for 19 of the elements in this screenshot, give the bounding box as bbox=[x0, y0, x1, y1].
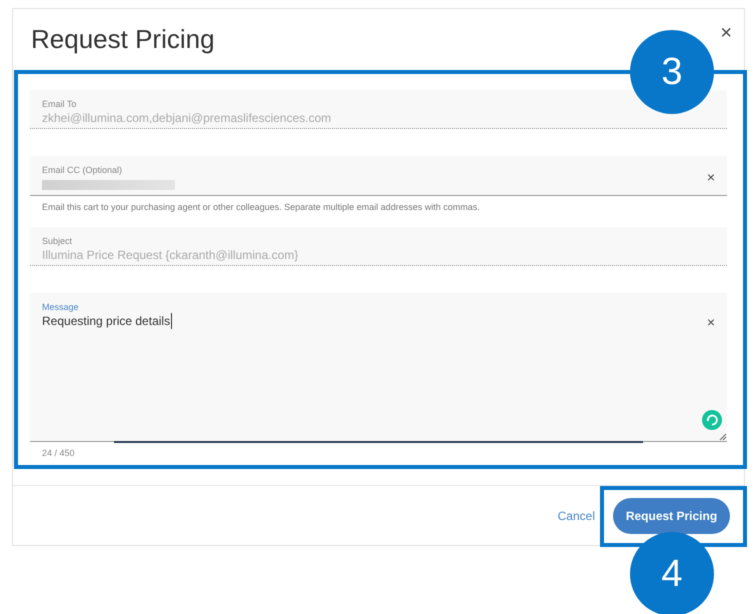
clear-button[interactable]: × bbox=[706, 315, 715, 329]
field-value: Illumina Price Request {ckaranth@illumina.com} bbox=[42, 247, 300, 263]
field-label: Message bbox=[42, 301, 80, 313]
request-pricing-button[interactable]: Request Pricing bbox=[613, 498, 730, 534]
character-counter: 24 / 450 bbox=[41, 447, 76, 459]
field-label: Email To bbox=[42, 98, 78, 110]
resize-handle-icon[interactable] bbox=[719, 433, 727, 441]
field-value: zkhei@illumina.com,debjani@premaslifesciences.com bbox=[42, 110, 332, 126]
cancel-link[interactable]: Cancel bbox=[558, 506, 595, 524]
close-button[interactable]: × bbox=[720, 23, 732, 43]
dialog-title: Request Pricing bbox=[31, 23, 215, 55]
helper-text: Email this cart to your purchasing agent or other colleagues. Separate multiple email addresses with commas. bbox=[41, 201, 481, 213]
clear-button[interactable]: × bbox=[706, 170, 715, 184]
message-field[interactable]: Message Requesting price details × bbox=[30, 293, 727, 442]
field-label: Email CC (Optional) bbox=[42, 164, 124, 176]
field-label: Subject bbox=[42, 235, 74, 247]
field-value: Requesting price details bbox=[42, 313, 172, 329]
email-cc-field[interactable]: Email CC (Optional) × bbox=[30, 156, 727, 196]
step-badge: 4 bbox=[630, 532, 714, 614]
